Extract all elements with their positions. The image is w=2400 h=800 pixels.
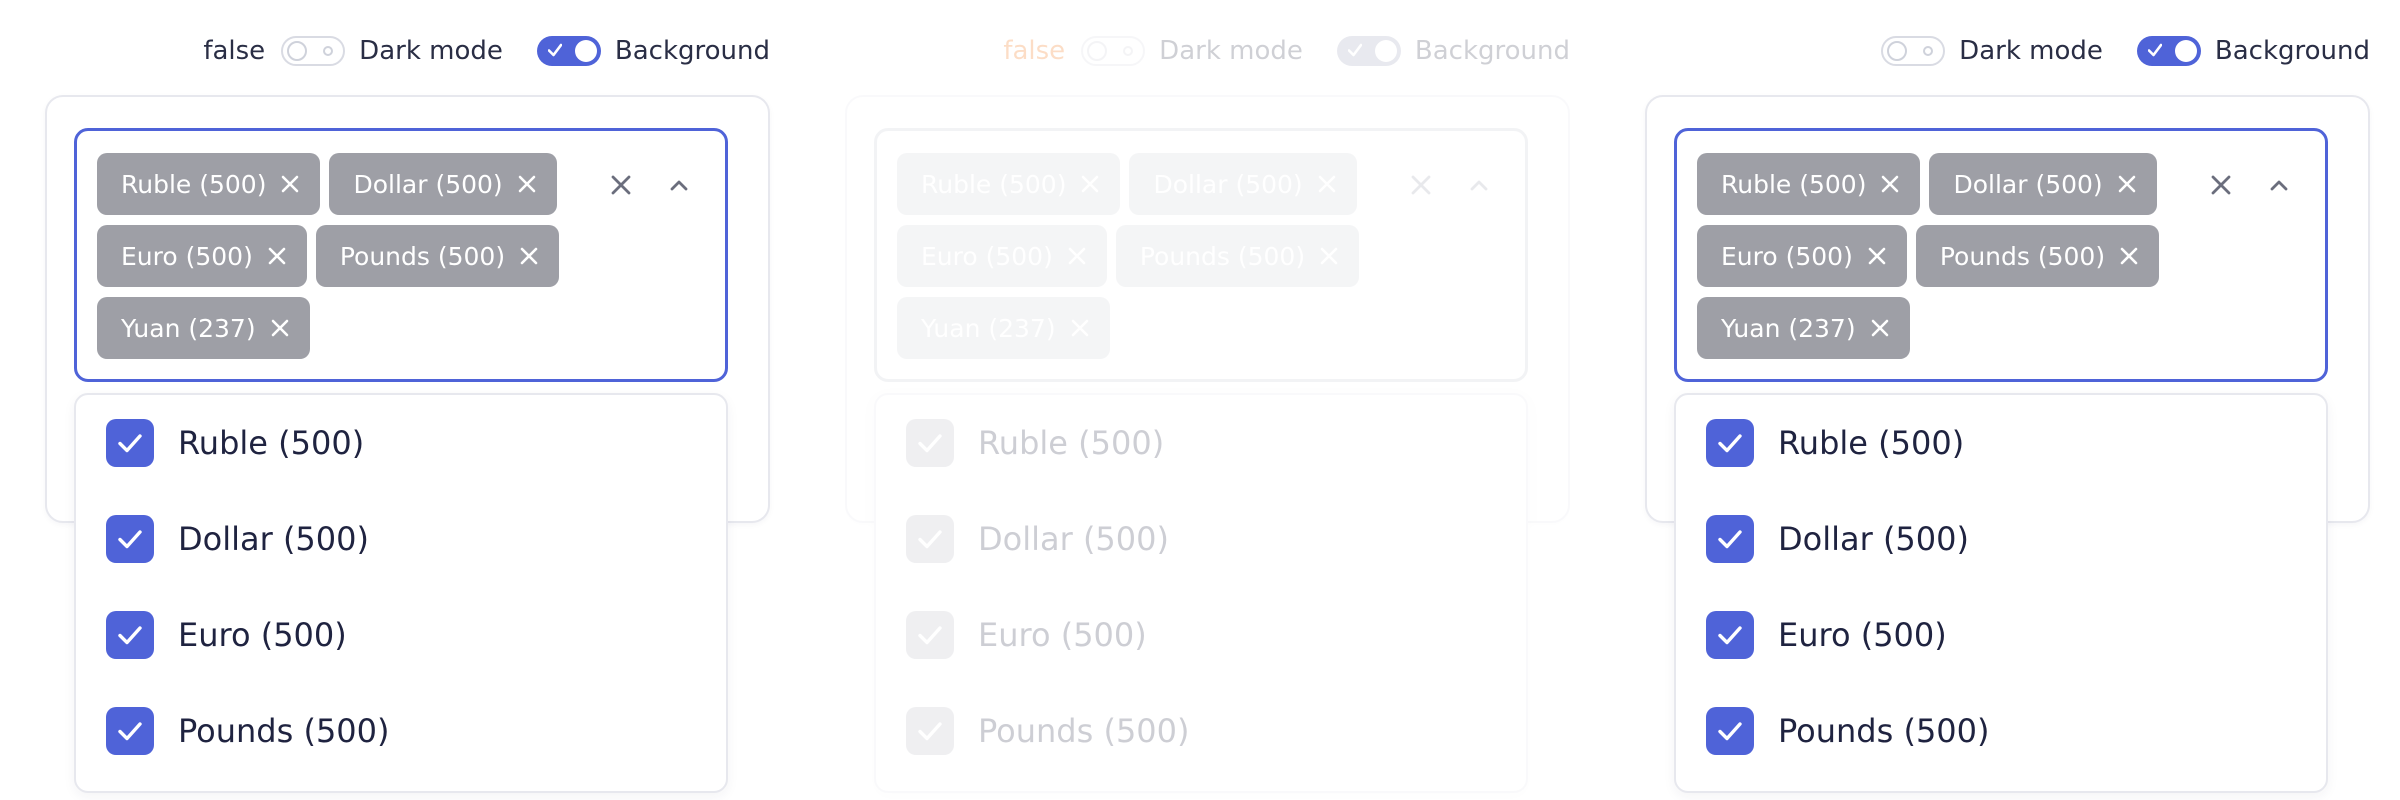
option-item[interactable]: Pounds (500) (1706, 701, 1990, 761)
checkbox-checked[interactable] (1706, 611, 1754, 659)
selected-chip: Euro (500) (1697, 225, 1907, 287)
close-icon (1320, 247, 1338, 265)
selected-chip: Dollar (500) (329, 153, 557, 215)
settings-bar: false Dark mode Background (1003, 30, 1570, 72)
chevron-up-icon[interactable] (2267, 173, 2291, 197)
checkbox-checked[interactable] (1706, 707, 1754, 755)
checkbox-checked[interactable] (106, 611, 154, 659)
selected-chip: Ruble (500) (97, 153, 321, 215)
check-icon (118, 626, 142, 645)
selected-chip: Euro (500) (97, 225, 307, 287)
option-item[interactable]: Dollar (500) (106, 509, 369, 569)
selected-chip: Dollar (500) (1929, 153, 2157, 215)
checkbox-checked (906, 707, 954, 755)
option-item[interactable]: Euro (500) (106, 605, 347, 665)
checkbox-checked[interactable] (106, 515, 154, 563)
option-item[interactable]: Ruble (500) (106, 413, 364, 473)
close-icon (1318, 175, 1335, 193)
checkbox-checked (906, 611, 954, 659)
options-dropdown: Ruble (500) Dollar (500) Euro (500) Poun… (874, 393, 1528, 793)
background-label: Background (614, 36, 770, 66)
dark-mode-toggle[interactable] (1081, 36, 1146, 66)
selected-chip: Yuan (237) (97, 297, 310, 359)
checkbox-checked (906, 515, 954, 563)
background-toggle[interactable] (2136, 36, 2201, 66)
clear-all-icon[interactable] (2209, 173, 2233, 197)
check-icon (118, 722, 142, 741)
selected-chip: Yuan (237) (897, 297, 1110, 359)
settings-bar: false Dark mode Background (203, 30, 770, 72)
demo-panel-2: false Dark mode Background Ruble (500) D… (840, 0, 1570, 800)
checkbox-checked[interactable] (1706, 419, 1754, 467)
check-icon (118, 530, 142, 549)
check-icon (918, 530, 942, 549)
close-icon[interactable] (2117, 174, 2137, 194)
checkbox-checked[interactable] (106, 707, 154, 755)
background-toggle[interactable] (1336, 36, 1401, 66)
selected-chip: Pounds (500) (315, 225, 560, 287)
checkbox-checked[interactable] (106, 419, 154, 467)
close-icon[interactable] (280, 174, 300, 194)
checkbox-checked (906, 419, 954, 467)
multiselect-field: Ruble (500) Dollar (500) Euro (500) Poun… (874, 128, 1528, 382)
option-item[interactable]: Euro (500) (1706, 605, 1947, 665)
selected-chip: Ruble (500) (897, 153, 1121, 215)
chevron-up-icon (1470, 180, 1488, 191)
dark-mode-label: Dark mode (1959, 36, 2103, 66)
clear-all-icon (1411, 175, 1431, 195)
check-icon (1718, 626, 1742, 645)
close-icon[interactable] (2119, 246, 2139, 266)
multiselect-field[interactable]: Ruble (500) Dollar (500) Euro (500) Poun… (74, 128, 728, 382)
check-icon (918, 434, 942, 453)
multiselect-field[interactable]: Ruble (500) Dollar (500) Euro (500) Poun… (1674, 128, 2328, 382)
background-toggle[interactable] (536, 36, 601, 66)
state-label: false (203, 36, 266, 66)
dark-mode-label: Dark mode (359, 36, 503, 66)
options-dropdown: Ruble (500) Dollar (500) Euro (500) Poun… (1674, 393, 2328, 793)
option-item[interactable]: Dollar (500) (1706, 509, 1969, 569)
option-item: Pounds (500) (906, 701, 1190, 761)
demo-panel-3: Dark mode Background Ruble (500) Dollar … (1640, 0, 2370, 800)
check-icon (918, 626, 942, 645)
close-icon[interactable] (1880, 174, 1900, 194)
option-item: Ruble (500) (906, 413, 1164, 473)
state-label: false (1003, 36, 1066, 66)
selected-chip: Ruble (500) (1697, 153, 1921, 215)
option-item: Dollar (500) (906, 509, 1169, 569)
dark-mode-toggle[interactable] (281, 36, 346, 66)
selected-chip: Yuan (237) (1697, 297, 1910, 359)
selected-chip: Dollar (500) (1129, 153, 1357, 215)
options-dropdown: Ruble (500) Dollar (500) Euro (500) Poun… (74, 393, 728, 793)
checkbox-checked[interactable] (1706, 515, 1754, 563)
close-icon[interactable] (270, 318, 290, 338)
close-icon (1071, 319, 1088, 337)
close-icon[interactable] (1867, 246, 1887, 266)
option-item[interactable]: Pounds (500) (106, 701, 390, 761)
dark-mode-label: Dark mode (1159, 36, 1303, 66)
background-label: Background (1414, 36, 1570, 66)
background-label: Background (2214, 36, 2370, 66)
demo-panel-1: false Dark mode Background Ruble (500) D… (40, 0, 770, 800)
option-item: Euro (500) (906, 605, 1147, 665)
selected-chip: Pounds (500) (1115, 225, 1360, 287)
close-icon (1082, 175, 1099, 193)
settings-bar: Dark mode Background (1865, 30, 2370, 72)
option-item[interactable]: Ruble (500) (1706, 413, 1964, 473)
clear-all-icon[interactable] (609, 173, 633, 197)
check-icon (118, 434, 142, 453)
close-icon[interactable] (267, 246, 287, 266)
close-icon (1068, 247, 1086, 265)
selected-chip: Pounds (500) (1915, 225, 2160, 287)
check-icon (1718, 530, 1742, 549)
close-icon[interactable] (1870, 318, 1890, 338)
close-icon[interactable] (519, 246, 539, 266)
dark-mode-toggle[interactable] (1881, 36, 1946, 66)
check-icon (918, 722, 942, 741)
check-icon (1718, 434, 1742, 453)
selected-chip: Euro (500) (897, 225, 1107, 287)
close-icon[interactable] (517, 174, 537, 194)
check-icon (1718, 722, 1742, 741)
chevron-up-icon[interactable] (667, 173, 691, 197)
